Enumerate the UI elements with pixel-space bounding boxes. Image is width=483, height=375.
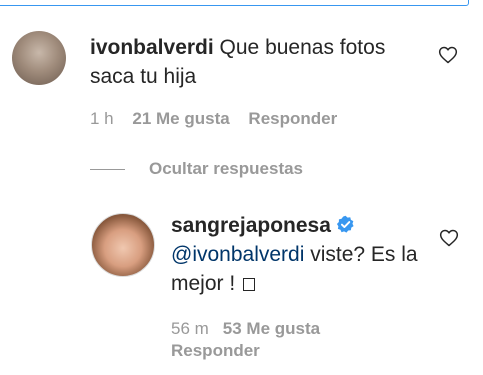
comment-time: 1 h xyxy=(90,109,114,128)
reply-time: 56 m xyxy=(171,319,209,338)
reply-meta: 56 m 53 Me gusta Responder xyxy=(171,318,320,362)
avatar[interactable] xyxy=(91,213,155,277)
comment-username[interactable]: ivonbalverdi xyxy=(90,36,214,59)
comment-body: ivonbalverdi Que buenas fotos saca tu hi… xyxy=(90,33,420,91)
reply-button[interactable]: Responder xyxy=(248,109,337,128)
avatar[interactable] xyxy=(12,31,66,85)
divider-line xyxy=(90,168,125,170)
comment-input-box[interactable] xyxy=(0,0,469,6)
verified-badge-icon xyxy=(336,215,354,233)
heart-icon[interactable] xyxy=(438,45,458,65)
comment-meta: 1 h 21 Me gusta Responder xyxy=(90,108,351,130)
hide-replies-button[interactable]: Ocultar respuestas xyxy=(90,158,303,180)
emoji-box-icon xyxy=(243,278,256,291)
reply-button[interactable]: Responder xyxy=(171,340,320,362)
heart-icon[interactable] xyxy=(439,228,459,248)
comment-likes[interactable]: 21 Me gusta xyxy=(132,109,229,128)
comments-panel: ivonbalverdi Que buenas fotos saca tu hi… xyxy=(0,0,483,375)
reply-likes[interactable]: 53 Me gusta xyxy=(223,319,320,338)
hide-replies-label: Ocultar respuestas xyxy=(149,159,304,178)
reply-body: sangrejaponesa @ivonbalverdi viste? Es la… xyxy=(171,211,431,298)
mention-link[interactable]: @ivonbalverdi xyxy=(171,243,304,266)
reply-username[interactable]: sangrejaponesa xyxy=(171,214,331,237)
